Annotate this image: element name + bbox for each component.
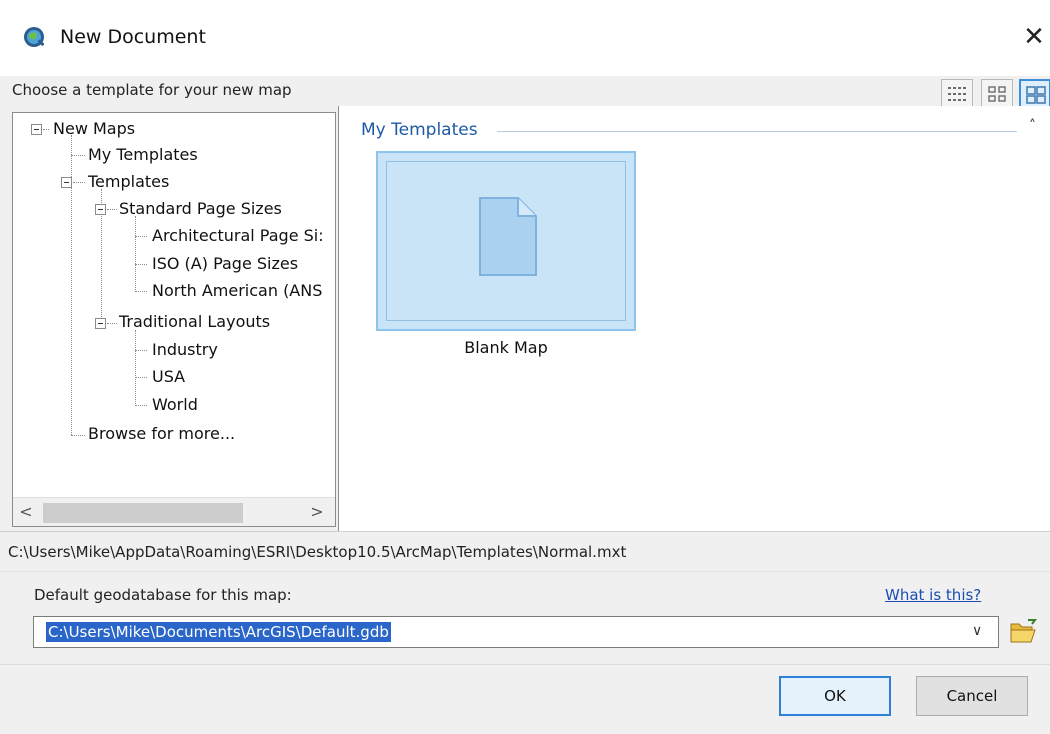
geodatabase-path-value[interactable]: C:\Users\Mike\Documents\ArcGIS\Default.g… — [46, 622, 391, 642]
tree-item-world[interactable]: World — [152, 395, 198, 414]
small-icons-view-icon — [988, 86, 1006, 102]
large-icons-view-button[interactable] — [1019, 79, 1050, 109]
tree-item-label: World — [152, 395, 198, 414]
tree-item-label: USA — [152, 367, 186, 386]
tree-item-north-american[interactable]: North American (ANS — [152, 281, 322, 300]
list-view-button[interactable] — [941, 79, 973, 109]
tree-item-label: ISO (A) Page Sizes — [152, 254, 299, 273]
tree-item-new-maps[interactable]: New Maps — [53, 119, 135, 138]
arcmap-globe-icon — [24, 27, 45, 47]
template-tile-blank-map[interactable] — [376, 151, 636, 331]
tree-item-my-templates[interactable]: My Templates — [88, 145, 198, 164]
prompt-bar: Choose a template for your new map — [0, 76, 1050, 109]
tree-item-standard-page-sizes[interactable]: Standard Page Sizes — [119, 199, 282, 218]
what-is-this-link[interactable]: What is this? — [885, 586, 981, 604]
tree-connector — [135, 216, 136, 292]
section-divider — [497, 131, 1017, 132]
tree-item-label: Standard Page Sizes — [119, 199, 282, 218]
template-path-bar: C:\Users\Mike\AppData\Roaming\ESRI\Deskt… — [0, 531, 1050, 571]
window-title: New Document — [60, 26, 206, 48]
tree-item-label: New Maps — [53, 119, 136, 138]
tree-item-traditional-layouts[interactable]: Traditional Layouts — [119, 312, 270, 331]
tree-item-label: North American (ANS — [152, 281, 323, 300]
tree-connector — [135, 291, 147, 292]
tree-connector — [135, 405, 147, 406]
tree-connector — [107, 323, 117, 324]
tree-item-label: Traditional Layouts — [119, 312, 271, 331]
collapse-toggle-traditional-layouts[interactable] — [95, 318, 106, 329]
tree-item-label: My Templates — [88, 145, 198, 164]
template-tile-label: Blank Map — [464, 338, 548, 357]
blank-document-icon — [479, 197, 537, 276]
tree-connector — [135, 350, 147, 351]
section-header-my-templates: My Templates — [361, 120, 478, 140]
tree-item-usa[interactable]: USA — [152, 367, 185, 386]
collapse-toggle-templates[interactable] — [61, 177, 72, 188]
tree-connector — [135, 377, 147, 378]
close-button[interactable]: ✕ — [1020, 22, 1048, 52]
tree-item-label: Industry — [152, 340, 218, 359]
geodatabase-combobox[interactable]: C:\Users\Mike\Documents\ArcGIS\Default.g… — [33, 616, 999, 648]
template-gallery: My Templates ˄ Blank Map — [338, 106, 1050, 531]
title-bar: New Document ✕ — [0, 0, 1050, 76]
geodatabase-section: Default geodatabase for this map: What i… — [0, 571, 1050, 734]
tree-item-iso[interactable]: ISO (A) Page Sizes — [152, 254, 298, 273]
tree-connector — [107, 209, 117, 210]
tree-item-architectural[interactable]: Architectural Page Si: — [152, 226, 324, 245]
geodatabase-label: Default geodatabase for this map: — [34, 586, 292, 604]
tree-connector — [71, 435, 85, 436]
list-view-icon — [948, 87, 966, 101]
tree-item-browse-for-more[interactable]: Browse for more... — [88, 424, 235, 443]
scroll-left-arrow[interactable]: < — [16, 501, 36, 523]
tree-item-label: Architectural Page Si: — [152, 226, 324, 245]
tree-horizontal-scrollbar[interactable]: < > — [13, 497, 335, 526]
open-folder-icon — [1010, 619, 1037, 643]
template-path: C:\Users\Mike\AppData\Roaming\ESRI\Deskt… — [8, 543, 627, 561]
tree-item-industry[interactable]: Industry — [152, 340, 218, 359]
small-icons-view-button[interactable] — [981, 79, 1013, 109]
prompt-text: Choose a template for your new map — [12, 81, 292, 99]
chevron-down-icon[interactable]: ∨ — [972, 623, 982, 639]
tree-connector — [135, 264, 147, 265]
collapse-toggle-new-maps[interactable] — [31, 124, 42, 135]
tree-item-label: Browse for more... — [88, 424, 236, 443]
tree-connector — [135, 330, 136, 406]
tree-connector — [135, 236, 147, 237]
browse-geodatabase-button[interactable] — [1005, 616, 1041, 648]
template-tree[interactable]: New Maps My Templates Templates Standard… — [12, 112, 336, 527]
tree-connector — [43, 129, 49, 130]
cancel-button[interactable]: Cancel — [916, 676, 1028, 716]
tree-connector — [73, 182, 85, 183]
tree-connector — [71, 155, 85, 156]
button-bar-divider — [0, 664, 1050, 665]
collapse-toggle-standard-page-sizes[interactable] — [95, 204, 106, 215]
collapse-section-button[interactable]: ˄ — [1029, 118, 1036, 134]
large-icons-view-icon — [1026, 86, 1046, 104]
ok-button[interactable]: OK — [779, 676, 891, 716]
scrollbar-thumb[interactable] — [43, 503, 243, 523]
scroll-right-arrow[interactable]: > — [307, 501, 327, 523]
